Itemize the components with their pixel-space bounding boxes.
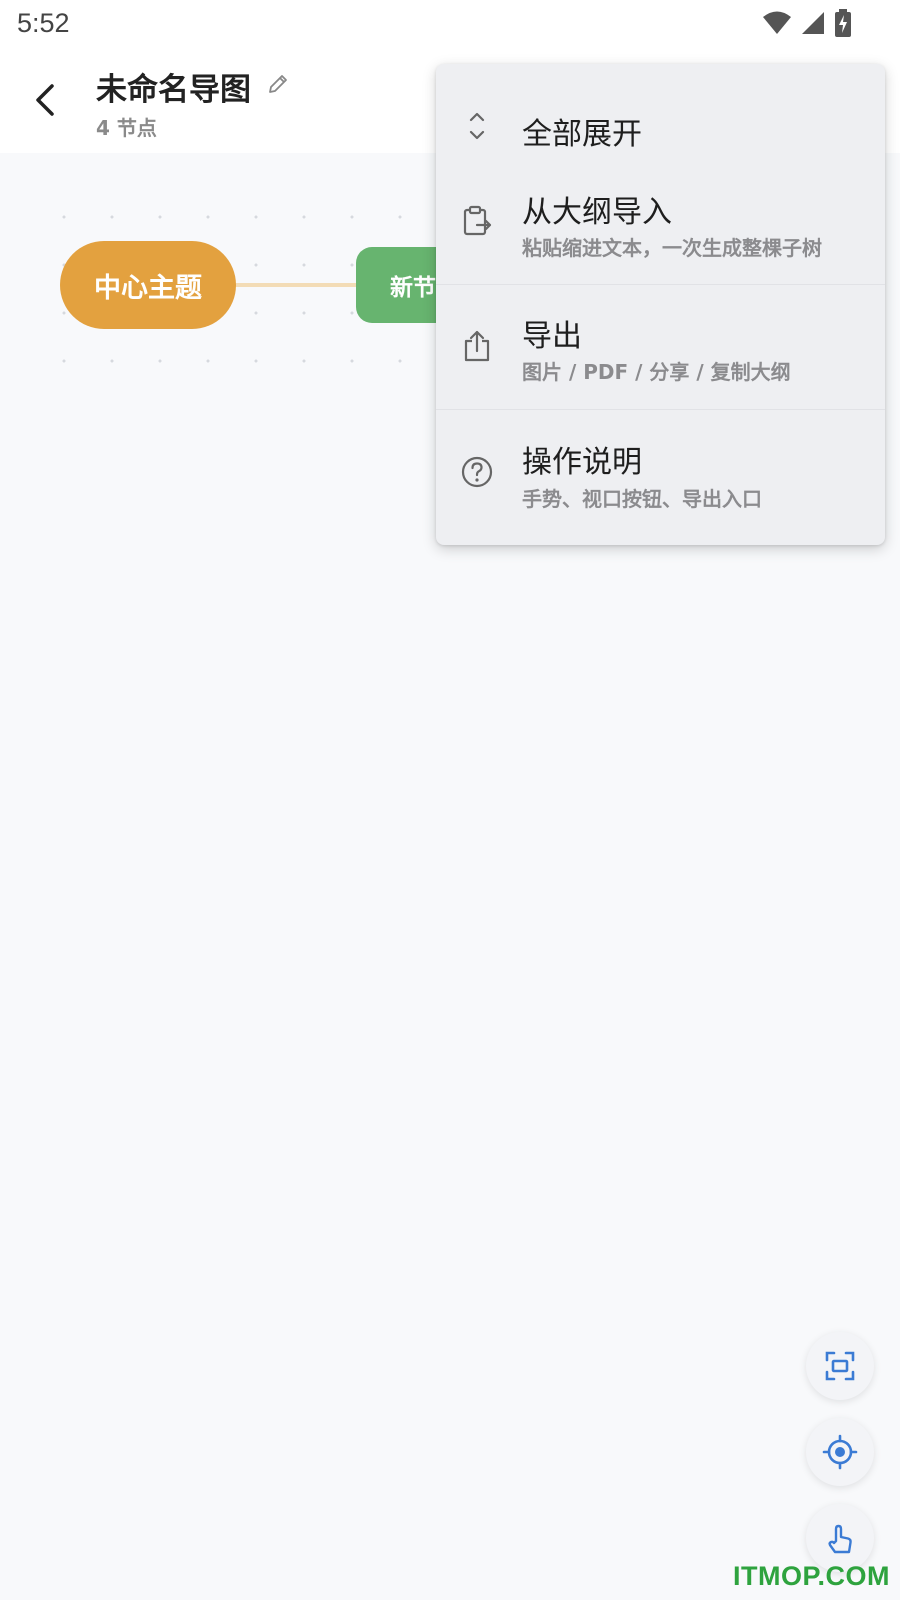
menu-item-import-outline[interactable]: 从大纲导入 粘贴缩进文本，一次生成整棵子树 — [436, 164, 885, 284]
menu-item-label: 导出 — [522, 319, 582, 354]
menu-item-help[interactable]: 操作说明 手势、视口按钮、导出入口 — [436, 409, 885, 545]
touch-mode-icon — [828, 1524, 852, 1554]
menu-item-description: 粘贴缩进文本，一次生成整棵子树 — [522, 236, 822, 260]
wifi-icon — [763, 11, 791, 34]
menu-item-expand-all[interactable]: 全部展开 — [436, 64, 885, 164]
battery-icon — [835, 9, 851, 37]
status-icons — [762, 9, 852, 37]
map-title[interactable]: 未命名导图 — [96, 64, 251, 109]
signal-icon — [802, 12, 824, 34]
locate-center-icon — [822, 1434, 858, 1470]
menu-item-label: 全部展开 — [522, 117, 642, 152]
menu-item-export[interactable]: 导出 图片 / PDF / 分享 / 复制大纲 — [436, 284, 885, 410]
menu-item-description: 手势、视口按钮、导出入口 — [522, 487, 762, 511]
node-connector — [232, 283, 362, 287]
locate-center-button[interactable] — [806, 1418, 874, 1486]
back-arrow-icon[interactable] — [26, 78, 66, 122]
menu-item-description: 图片 / PDF / 分享 / 复制大纲 — [522, 360, 791, 384]
fit-view-icon — [825, 1351, 855, 1381]
status-bar: 5:52 — [0, 0, 900, 50]
help-icon — [461, 456, 493, 488]
share-icon — [464, 330, 490, 362]
menu-item-label: 从大纲导入 — [522, 195, 672, 230]
expand-all-icon — [469, 112, 485, 140]
clipboard-import-icon — [463, 205, 492, 236]
center-node[interactable]: 中心主题 — [60, 241, 236, 329]
overflow-menu: 全部展开 从大纲导入 粘贴缩进文本，一次生成整棵子树 导出 图片 / PDF /… — [436, 64, 885, 545]
status-time: 5:52 — [17, 8, 70, 38]
fit-view-button[interactable] — [806, 1332, 874, 1400]
watermark: ITMOP.COM — [732, 1561, 890, 1591]
pencil-icon[interactable] — [266, 72, 290, 96]
menu-item-label: 操作说明 — [522, 445, 642, 480]
node-count: 4 节点 — [96, 116, 157, 140]
